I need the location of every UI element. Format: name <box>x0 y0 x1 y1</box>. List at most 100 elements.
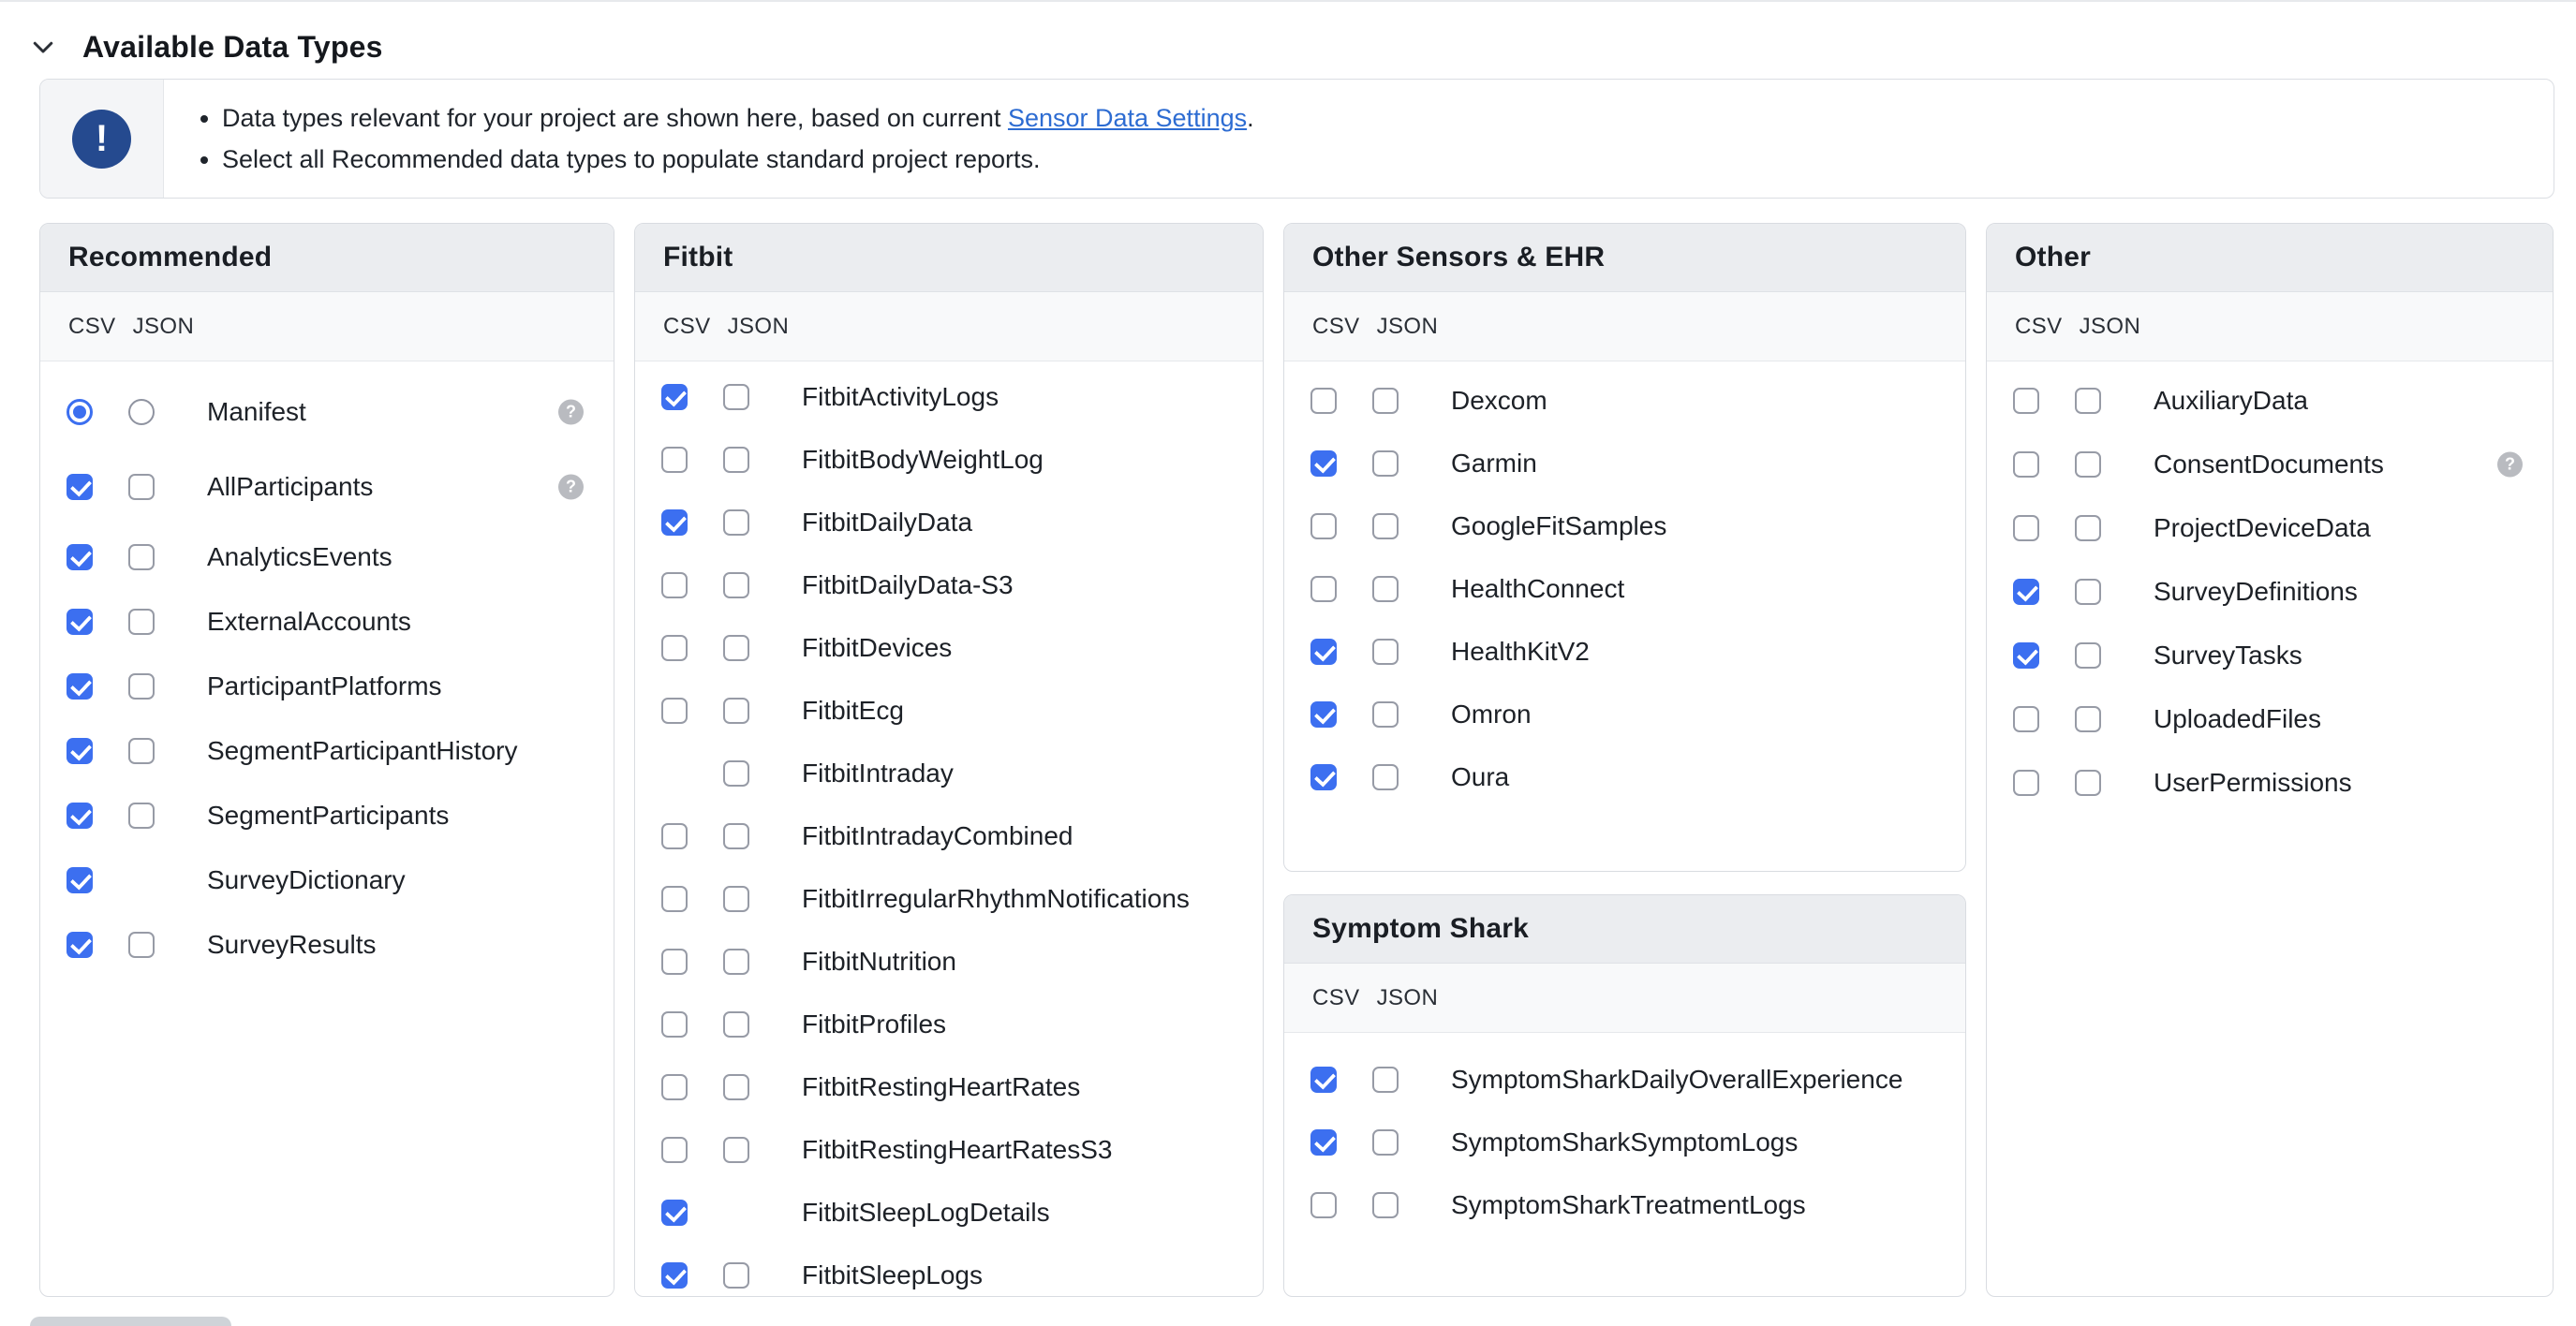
csv-checkbox[interactable] <box>661 384 688 410</box>
csv-checkbox[interactable] <box>661 1200 688 1226</box>
json-checkbox[interactable] <box>723 384 749 410</box>
json-checkbox[interactable] <box>1372 576 1399 602</box>
csv-checkbox[interactable] <box>2013 515 2039 541</box>
csv-checkbox[interactable] <box>1310 513 1337 539</box>
csv-checkbox[interactable] <box>2013 706 2039 732</box>
row-label: FitbitIntradayCombined <box>802 821 1073 851</box>
csv-checkbox[interactable] <box>67 867 93 893</box>
csv-checkbox[interactable] <box>2013 388 2039 414</box>
csv-checkbox[interactable] <box>67 803 93 829</box>
csv-checkbox[interactable] <box>661 698 688 724</box>
csv-checkbox[interactable] <box>1310 1067 1337 1093</box>
csv-checkbox[interactable] <box>661 1074 688 1100</box>
data-type-panel: Other Sensors & EHR CSV JSON DexcomGarmi… <box>1283 223 1966 872</box>
json-checkbox[interactable] <box>2075 579 2101 605</box>
row-label: FitbitActivityLogs <box>802 382 999 412</box>
json-checkbox[interactable] <box>1372 388 1399 414</box>
json-checkbox[interactable] <box>723 823 749 849</box>
json-checkbox[interactable] <box>2075 451 2101 478</box>
csv-checkbox[interactable] <box>1310 1192 1337 1218</box>
json-checkbox[interactable] <box>1372 1192 1399 1218</box>
row-list: Manifest?AllParticipants?AnalyticsEvents… <box>40 361 614 1296</box>
json-checkbox[interactable] <box>723 1262 749 1289</box>
json-checkbox[interactable] <box>723 760 749 787</box>
section-header[interactable]: Available Data Types <box>0 0 2576 71</box>
json-checkbox[interactable] <box>1372 1067 1399 1093</box>
table-row: SurveyDictionary <box>40 847 614 912</box>
json-checkbox[interactable] <box>723 1011 749 1038</box>
row-label: FitbitDailyData <box>802 508 972 538</box>
json-checkbox[interactable] <box>128 474 155 500</box>
data-type-panel: Symptom Shark CSV JSON SymptomSharkDaily… <box>1283 894 1966 1297</box>
csv-checkbox[interactable] <box>2013 642 2039 669</box>
csv-checkbox[interactable] <box>1310 450 1337 477</box>
csv-checkbox[interactable] <box>1310 701 1337 728</box>
json-checkbox[interactable] <box>1372 1129 1399 1156</box>
json-checkbox[interactable] <box>723 447 749 473</box>
csv-checkbox[interactable] <box>67 673 93 700</box>
csv-checkbox[interactable] <box>1310 1129 1337 1156</box>
csv-checkbox[interactable] <box>67 544 93 570</box>
csv-checkbox[interactable] <box>2013 579 2039 605</box>
question-mark-icon[interactable]: ? <box>558 475 584 500</box>
csv-checkbox[interactable] <box>661 1011 688 1038</box>
csv-checkbox[interactable] <box>661 823 688 849</box>
table-row: FitbitEcg <box>635 679 1263 742</box>
row-label: FitbitIrregularRhythmNotifications <box>802 884 1190 914</box>
json-checkbox[interactable] <box>128 544 155 570</box>
chevron-down-icon[interactable] <box>28 32 58 62</box>
csv-checkbox[interactable] <box>661 635 688 661</box>
json-radio[interactable] <box>128 399 155 425</box>
json-checkbox[interactable] <box>723 1074 749 1100</box>
csv-checkbox[interactable] <box>67 738 93 764</box>
csv-checkbox[interactable] <box>2013 770 2039 796</box>
csv-checkbox[interactable] <box>1310 388 1337 414</box>
json-checkbox[interactable] <box>723 698 749 724</box>
csv-checkbox[interactable] <box>661 1262 688 1289</box>
sensor-data-settings-link[interactable]: Sensor Data Settings <box>1008 104 1247 132</box>
row-label: FitbitSleepLogs <box>802 1260 983 1290</box>
json-checkbox[interactable] <box>1372 450 1399 477</box>
question-mark-icon[interactable]: ? <box>558 400 584 425</box>
json-checkbox[interactable] <box>723 1137 749 1163</box>
csv-checkbox[interactable] <box>2013 451 2039 478</box>
csv-radio[interactable] <box>67 399 93 425</box>
json-checkbox[interactable] <box>128 803 155 829</box>
table-row: UserPermissions <box>1987 751 2553 815</box>
json-checkbox[interactable] <box>723 949 749 975</box>
json-checkbox[interactable] <box>723 635 749 661</box>
csv-checkbox[interactable] <box>67 609 93 635</box>
json-checkbox[interactable] <box>1372 701 1399 728</box>
json-checkbox[interactable] <box>2075 706 2101 732</box>
json-checkbox[interactable] <box>128 738 155 764</box>
json-checkbox[interactable] <box>723 886 749 912</box>
exclamation-icon: ! <box>72 110 131 169</box>
csv-checkbox[interactable] <box>67 932 93 958</box>
csv-checkbox[interactable] <box>67 474 93 500</box>
json-checkbox[interactable] <box>128 932 155 958</box>
json-checkbox[interactable] <box>723 572 749 598</box>
csv-checkbox[interactable] <box>661 886 688 912</box>
json-checkbox[interactable] <box>2075 388 2101 414</box>
csv-checkbox[interactable] <box>661 447 688 473</box>
csv-checkbox[interactable] <box>1310 639 1337 665</box>
json-checkbox[interactable] <box>1372 639 1399 665</box>
question-mark-icon[interactable]: ? <box>2497 452 2523 478</box>
csv-checkbox[interactable] <box>661 949 688 975</box>
json-checkbox[interactable] <box>128 673 155 700</box>
csv-checkbox[interactable] <box>1310 764 1337 790</box>
panel-title: Symptom Shark <box>1312 913 1529 945</box>
json-checkbox[interactable] <box>2075 515 2101 541</box>
json-checkbox[interactable] <box>1372 764 1399 790</box>
json-checkbox[interactable] <box>1372 513 1399 539</box>
json-checkbox[interactable] <box>2075 770 2101 796</box>
json-checkbox[interactable] <box>2075 642 2101 669</box>
row-list: AuxiliaryDataConsentDocuments?ProjectDev… <box>1987 361 2553 1296</box>
csv-checkbox[interactable] <box>661 1137 688 1163</box>
csv-checkbox[interactable] <box>1310 576 1337 602</box>
table-row: HealthConnect <box>1284 557 1965 620</box>
json-checkbox[interactable] <box>723 509 749 536</box>
csv-checkbox[interactable] <box>661 509 688 536</box>
csv-checkbox[interactable] <box>661 572 688 598</box>
json-checkbox[interactable] <box>128 609 155 635</box>
